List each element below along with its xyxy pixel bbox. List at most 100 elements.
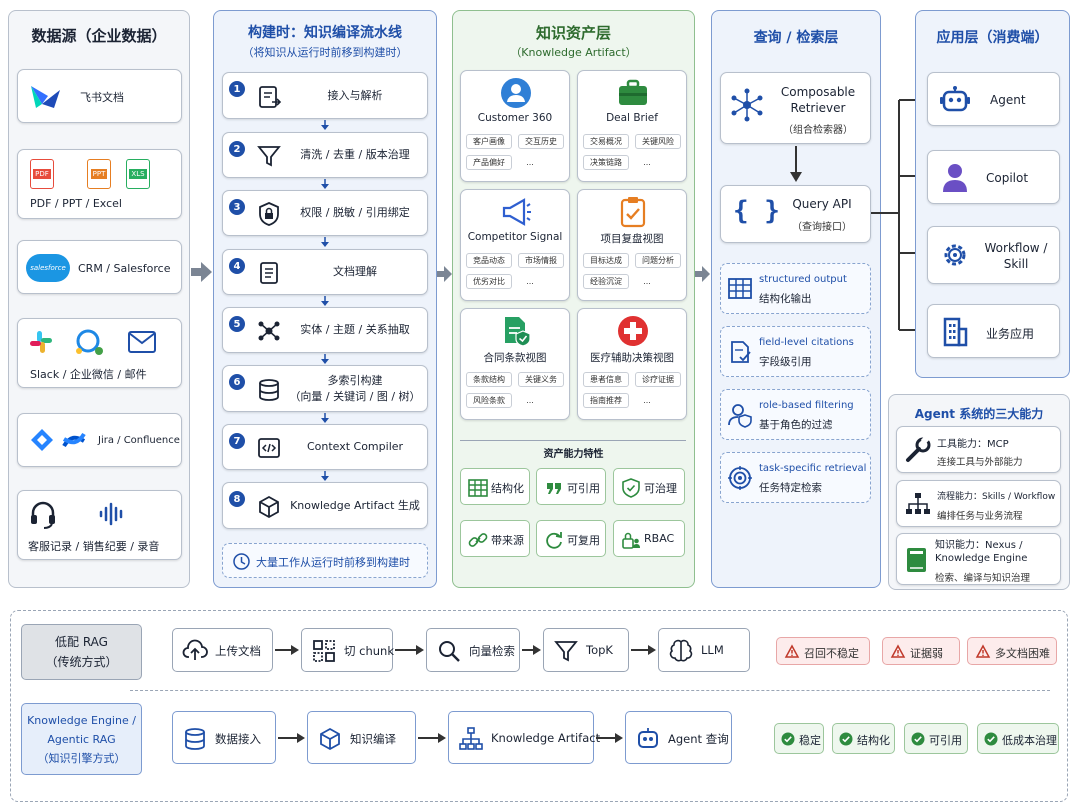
pipeline-step-3[interactable]: 3 权限 / 脱敏 / 引用绑定 — [222, 190, 428, 236]
warning-icon — [890, 644, 906, 658]
salesforce-cloud-icon: salesforce — [26, 254, 70, 282]
asset-tag: 交互历史 — [518, 134, 564, 149]
cloud-upload-icon — [182, 639, 208, 660]
source-jira[interactable]: Jira / Confluence — [17, 413, 182, 467]
network-icon — [731, 88, 763, 122]
features-title: 资产能力特性 — [543, 449, 604, 460]
high-rag-step-label-4: Agent 查询 — [668, 732, 729, 746]
warning-icon — [975, 644, 991, 658]
asset-tag: ... — [635, 274, 659, 289]
asset-tag: 决策链路 — [583, 155, 629, 170]
refresh-icon — [546, 532, 562, 549]
pipeline-step-2[interactable]: 2 清洗 / 去重 / 版本治理 — [222, 132, 428, 178]
ppt-file-icon: PPT — [87, 159, 111, 189]
building-icon — [943, 317, 968, 347]
asset-card-title-3: Competitor Signal — [467, 231, 563, 243]
pipeline-step-6[interactable]: 6 多索引构建 （向量 / 关键词 / 图 / 树） — [222, 365, 428, 412]
pipeline-step-1[interactable]: 1 接入与解析 — [222, 72, 428, 119]
low-rag-arrow-4 — [631, 645, 656, 655]
contract-shield-icon — [505, 317, 531, 347]
pipeline-step-5[interactable]: 5 实体 / 主题 / 关系抽取 — [222, 307, 428, 353]
cap-knowledge-desc: 检索、编译与知识治理 — [935, 573, 1031, 584]
robot-icon — [638, 728, 658, 748]
source-recordings[interactable]: 客服记录 / 销售纪要 / 录音 — [17, 490, 182, 560]
pipeline-step-7[interactable]: 7 Context Compiler — [222, 424, 428, 470]
step-arrow-7 — [321, 471, 329, 481]
source-crm[interactable]: salesforce CRM / Salesforce — [17, 240, 182, 294]
cap-tools[interactable]: 工具能力：MCP 连接工具与外部能力 — [896, 426, 1061, 473]
brain-icon — [669, 639, 693, 662]
app-agent[interactable]: Agent — [927, 72, 1060, 126]
high-rag-label: Knowledge Engine / Agentic RAG （知识引擎方式） — [27, 713, 136, 765]
database-icon — [185, 728, 205, 750]
asset-card-3[interactable]: Competitor Signal 竞品动态 市场情报 优劣对比... — [460, 189, 570, 301]
low-rag-label-box: 低配 RAG （传统方式） — [21, 624, 142, 680]
query-feature-zh-2: 字段级引用 — [759, 356, 812, 368]
query-api[interactable]: { } Query API （查询接口） — [720, 185, 871, 243]
sources-title: 数据源（企业数据） — [31, 27, 167, 45]
low-rag-issue-label-1: 召回不稳定 — [804, 647, 859, 660]
query-feature-2: field-level citations 字段级引用 — [720, 326, 871, 377]
source-office-files[interactable]: PDF PPT XLS PDF / PPT / Excel — [17, 149, 182, 219]
pipeline-step-label-5: 实体 / 主题 / 关系抽取 — [300, 323, 410, 336]
low-rag-issue-3: 多文档困难 — [967, 637, 1057, 665]
code-icon — [258, 438, 280, 458]
assets-title: 知识资产层 — [535, 24, 611, 42]
asset-feature-label-2: 可引用 — [567, 482, 600, 495]
pipeline-footer: 大量工作从运行时前移到构建时 — [222, 543, 428, 578]
lock-people-icon — [622, 532, 640, 549]
high-rag-arrow-1 — [278, 733, 305, 743]
cap-knowledge[interactable]: 知识能力：Nexus / Knowledge Engine 检索、编译与知识治理 — [896, 533, 1061, 585]
app-workflow[interactable]: Workflow / Skill — [927, 226, 1060, 284]
pipeline-footer-label: 大量工作从运行时前移到构建时 — [256, 556, 410, 569]
pipeline-step-label-3: 权限 / 脱敏 / 引用绑定 — [300, 206, 410, 219]
low-rag-step-1: 上传文档 — [172, 628, 273, 672]
query-feature-4: task-specific retrieval 任务特定检索 — [720, 452, 871, 503]
api-sub: （查询接口） — [792, 222, 852, 233]
cube-icon — [259, 495, 279, 519]
check-circle-icon — [781, 732, 795, 746]
asset-tag: 市场情报 — [518, 253, 564, 268]
apps-title: 应用层（消费端） — [936, 30, 1049, 46]
app-copilot[interactable]: Copilot — [927, 150, 1060, 204]
high-rag-benefit-label-3: 可引用 — [929, 734, 962, 747]
pipeline-step-8[interactable]: 8 Knowledge Artifact 生成 — [222, 482, 428, 529]
check-circle-icon — [911, 732, 925, 746]
pipeline-step-4[interactable]: 4 文档理解 — [222, 249, 428, 295]
clipboard-check-icon — [620, 197, 646, 228]
quote-icon — [547, 483, 561, 494]
source-messaging[interactable]: Slack / 企业微信 / 邮件 — [17, 318, 182, 388]
cap-tools-desc: 连接工具与外部能力 — [937, 457, 1023, 468]
source-office-label: PDF / PPT / Excel — [30, 197, 122, 210]
cap-workflow[interactable]: 流程能力：Skills / Workflow 编排任务与业务流程 — [896, 480, 1061, 527]
wecom-icon — [76, 329, 103, 355]
asset-feature-label-4: 带来源 — [491, 534, 524, 547]
link-icon — [468, 533, 488, 547]
asset-tag: 经验沉淀 — [583, 274, 629, 289]
check-circle-icon — [839, 732, 853, 746]
asset-card-2[interactable]: Deal Brief 交易概况 关键风险 决策链路... — [577, 70, 687, 182]
app-agent-label: Agent — [990, 93, 1026, 107]
pipeline-step-label-7: Context Compiler — [306, 440, 404, 453]
low-rag-issue-2: 证据弱 — [882, 637, 960, 665]
query-feature-zh-4: 任务特定检索 — [759, 482, 822, 494]
composable-retriever[interactable]: Composable Retriever （组合检索器） — [720, 72, 871, 144]
high-rag-benefit-3: 可引用 — [904, 723, 968, 754]
asset-card-4[interactable]: 项目复盘视图 目标达成 问题分析 经验沉淀... — [577, 189, 687, 301]
retriever-sub: （组合检索器） — [783, 125, 853, 136]
low-rag-step-label-3: 向量检索 — [469, 644, 515, 658]
app-business[interactable]: 业务应用 — [927, 304, 1060, 358]
asset-feature-label-6: RBAC — [644, 532, 675, 545]
megaphone-icon — [502, 198, 531, 226]
query-feature-3: role-based filtering 基于角色的过滤 — [720, 389, 871, 440]
source-feishu[interactable]: 飞书文档 — [17, 69, 182, 123]
step-number-5: 5 — [229, 316, 245, 332]
target-icon — [728, 466, 752, 490]
asset-card-5[interactable]: 合同条款视图 条款结构 关键义务 风险条款... — [460, 308, 570, 420]
asset-card-1[interactable]: Customer 360 客户画像 交互历史 产品偏好... — [460, 70, 570, 182]
asset-tag: 优劣对比 — [466, 274, 512, 289]
asset-tag: 条款结构 — [466, 372, 512, 387]
asset-card-6[interactable]: 医疗辅助决策视图 患者信息 诊疗证据 指南推荐... — [577, 308, 687, 420]
low-rag-issue-label-3: 多文档困难 — [995, 647, 1050, 660]
low-rag-step-label-2: 切 chunk — [344, 644, 395, 658]
